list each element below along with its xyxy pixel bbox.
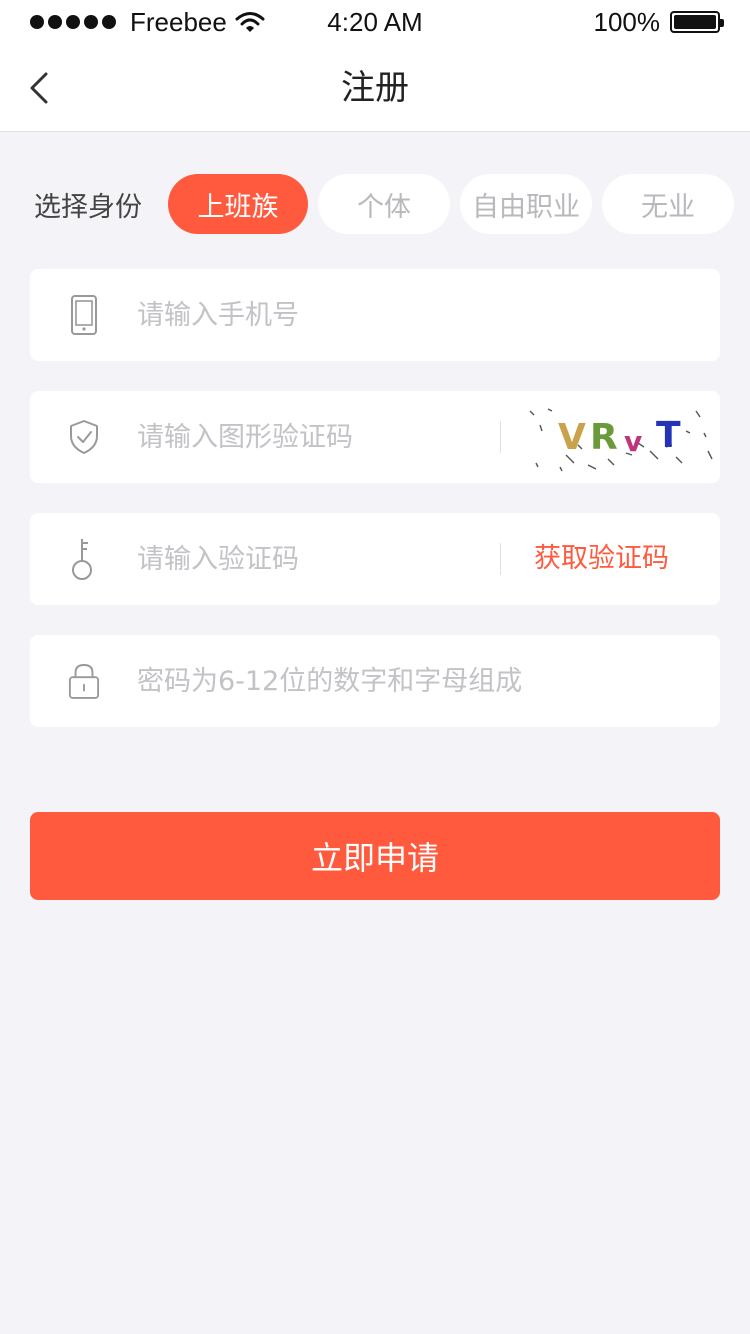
phone-input[interactable] (137, 269, 697, 361)
battery-percent: 100% (593, 6, 661, 37)
svg-text:T: T (656, 415, 681, 456)
captcha-input[interactable] (137, 391, 477, 483)
verification-code-input[interactable] (137, 513, 477, 605)
password-input[interactable] (137, 635, 697, 727)
identity-option-office-worker[interactable]: 上班族 (168, 174, 308, 234)
captcha-image[interactable]: V R v T (526, 403, 716, 473)
key-icon (68, 537, 100, 581)
svg-text:V: V (558, 417, 586, 458)
status-right: 100% (593, 6, 724, 38)
password-row (30, 635, 720, 727)
svg-text:v: v (624, 425, 642, 458)
svg-text:R: R (590, 417, 618, 458)
identity-label: 选择身份 (34, 191, 142, 223)
navigation-bar: 注册 (0, 44, 750, 132)
submit-apply-button[interactable]: 立即申请 (30, 812, 720, 900)
phone-row (30, 269, 720, 361)
status-bar: Freebee 4:20 AM 100% (0, 0, 750, 44)
phone-icon (68, 293, 100, 337)
identity-option-freelancer[interactable]: 自由职业 (460, 174, 592, 234)
battery-icon (670, 11, 724, 33)
shield-check-icon (68, 415, 100, 459)
get-verification-code-button[interactable]: 获取验证码 (534, 513, 669, 605)
identity-selector: 选择身份 上班族 个体 自由职业 无业 (34, 174, 744, 234)
code-divider (500, 543, 501, 575)
lock-icon (68, 659, 100, 703)
page-title: 注册 (341, 68, 409, 108)
verification-code-row: 获取验证码 (30, 513, 720, 605)
identity-option-self-employed[interactable]: 个体 (318, 174, 450, 234)
identity-option-unemployed[interactable]: 无业 (602, 174, 734, 234)
captcha-row: V R v T (30, 391, 720, 483)
captcha-divider (500, 421, 501, 453)
